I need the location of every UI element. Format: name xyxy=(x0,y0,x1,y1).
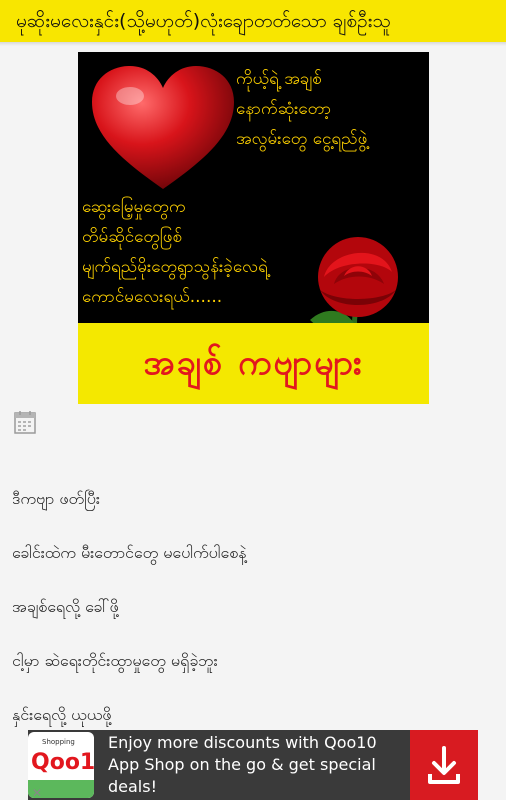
poem-bottom-text: ဆွေးမြေ့မှုတွေက တိမ်ဆိုင်တွေဖြစ် မျက်ရည်… xyxy=(82,192,352,312)
heart-icon xyxy=(92,66,234,189)
post-line: ခေါင်းထဲက မီးတောင်တွေ မပေါက်ပါစေနဲ့ xyxy=(12,543,247,562)
ad-logo-caption: Shopping xyxy=(42,738,75,746)
poem-line: တိမ်ဆိုင်တွေဖြစ် xyxy=(82,227,183,247)
post-line: ဒီကဗျာ ဖတ်ပြီး xyxy=(12,489,100,508)
calendar-icon xyxy=(14,411,36,434)
poem-line: ကောင်မလေးရယ်...... xyxy=(82,287,223,307)
ad-banner[interactable]: Shopping Qoo10 Enjoy more discounts with… xyxy=(28,730,478,800)
page-title: မုဆိုးမလေးနှင်း(သို့မဟုတ်)လုံးချောတတ်သော… xyxy=(16,10,391,32)
ad-logo-brand: Qoo10 xyxy=(31,750,94,775)
banner-footer-title: အချစ် ကဗျာများ xyxy=(78,323,429,404)
post-line: ငါ့မှာ ဆဲရေးတိုင်းထွာမှုတွေ မရှိခဲ့ဘူး xyxy=(12,651,218,670)
app-title-bar: မုဆိုးမလေးနှင်း(သို့မဟုတ်)လုံးချောတတ်သော… xyxy=(0,0,506,42)
poem-line: ကိုယ့်ရဲ့ အချစ် xyxy=(236,69,322,89)
poem-top-text: ကိုယ့်ရဲ့ အချစ် နောက်ဆုံးတော့ အလွမ်းတွေ … xyxy=(236,64,426,154)
poem-line: မျက်ရည်မိုးတွေရွာသွန်းခဲ့လေရဲ့ xyxy=(82,257,268,277)
ad-download-button[interactable] xyxy=(410,730,478,800)
ad-close-button[interactable]: ✕ xyxy=(28,786,46,800)
poem-banner-image: ကိုယ့်ရဲ့ အချစ် နောက်ဆုံးတော့ အလွမ်းတွေ … xyxy=(78,52,429,404)
poem-line: အလွမ်းတွေ ငွေ့ရည်ဖွဲ့ xyxy=(236,129,368,149)
title-bar-shadow xyxy=(0,42,506,46)
post-line: အချစ်ရေလို့ ခေါ်ဖို့ xyxy=(12,597,119,616)
ad-text[interactable]: Enjoy more discounts with Qoo10 App Shop… xyxy=(108,732,408,798)
poem-line: ဆွေးမြေ့မှုတွေက xyxy=(82,197,186,217)
post-line: နှင်းရေလို့ ယုယဖို့ xyxy=(12,705,112,724)
download-icon xyxy=(428,746,460,784)
poem-line: နောက်ဆုံးတော့ xyxy=(236,99,332,119)
